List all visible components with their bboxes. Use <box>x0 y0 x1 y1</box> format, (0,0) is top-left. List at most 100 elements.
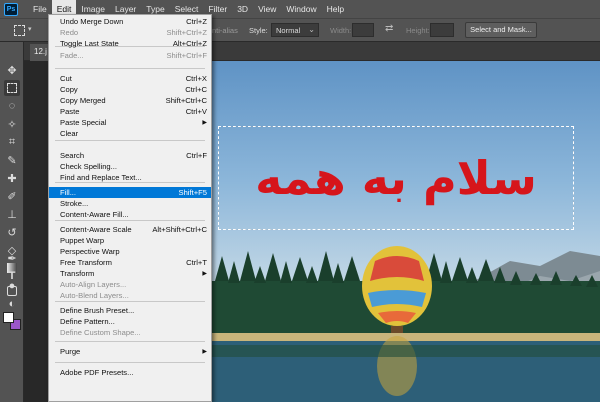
edit-menu-item-redo[interactable]: Redo Shift+Ctrl+Z <box>49 27 211 38</box>
anti-alias-label: nti-alias <box>212 26 238 35</box>
style-label: Style: <box>249 26 268 35</box>
menu-item-label: Puppet Warp <box>60 236 105 245</box>
magic-wand-icon[interactable]: ✧ <box>4 116 20 132</box>
edit-menu-item-stroke[interactable]: Stroke... <box>49 198 211 209</box>
menu-item-shortcut: Ctrl+C <box>185 85 207 94</box>
menu-item-label: Undo Merge Down <box>60 17 124 26</box>
edit-menu-item-find-and-replace-text[interactable]: Find and Replace Text... <box>49 172 211 183</box>
foreground-color-swatch[interactable] <box>3 312 14 323</box>
edit-menu-item-transform[interactable]: Transform ▶ <box>49 268 211 279</box>
menu-item-label: Fade... <box>60 51 84 60</box>
menu-item-label: Perspective Warp <box>60 247 120 256</box>
height-input[interactable] <box>430 23 454 37</box>
menu-item-label: Stroke... <box>60 199 89 208</box>
menu-item-shortcut: Ctrl+F <box>186 151 207 160</box>
style-value: Normal <box>276 26 301 35</box>
menu-item-label: Paste Special <box>60 118 107 127</box>
edit-menu-item-cut[interactable]: Cut Ctrl+X <box>49 73 211 84</box>
chevron-down-icon[interactable]: ▾ <box>28 25 32 33</box>
edit-menu-item-free-transform[interactable]: Free Transform Ctrl+T <box>49 257 211 268</box>
rect-marquee-icon[interactable] <box>4 80 20 96</box>
menu-separator <box>55 140 205 141</box>
menu-help[interactable]: Help <box>322 0 349 18</box>
menu-item-shortcut: Shift+Ctrl+C <box>165 96 207 105</box>
menu-view[interactable]: View <box>253 0 281 18</box>
edit-menu-item-purge[interactable]: Purge ▶ <box>49 346 211 357</box>
edit-menu-item-define-brush-preset[interactable]: Define Brush Preset... <box>49 305 211 316</box>
chevron-down-icon: ⌄ <box>308 25 315 34</box>
menu-item-label: Auto-Blend Layers... <box>60 291 129 300</box>
edit-menu-item-define-pattern[interactable]: Define Pattern... <box>49 316 211 327</box>
menu-item-shortcut: Shift+Ctrl+Z <box>166 28 207 37</box>
clone-stamp-icon[interactable]: ⊥ <box>4 206 20 222</box>
rect-marquee-preset-icon[interactable] <box>14 25 25 36</box>
history-brush-icon[interactable]: ↺ <box>4 224 20 240</box>
edit-menu-item-search[interactable]: Search Ctrl+F <box>49 150 211 161</box>
eyedropper-icon[interactable]: ✎ <box>4 152 20 168</box>
edit-menu-item-undo-merge-down[interactable]: Undo Merge Down Ctrl+Z <box>49 16 211 27</box>
menu-item-label: Check Spelling... <box>60 162 117 171</box>
menu-item-label: Redo <box>60 28 79 37</box>
menu-item-label: Toggle Last State <box>60 39 119 48</box>
menu-separator <box>55 362 205 363</box>
edit-menu-item-copy-merged[interactable]: Copy Merged Shift+Ctrl+C <box>49 95 211 106</box>
select-and-mask-button[interactable]: Select and Mask... <box>465 22 537 38</box>
menu-item-label: Cut <box>60 74 72 83</box>
menu-item-label: Define Brush Preset... <box>60 306 135 315</box>
healing-brush-icon[interactable]: ✚ <box>4 170 20 186</box>
photoshop-logo: Ps <box>4 2 18 16</box>
crop-icon[interactable]: ⌗ <box>4 134 20 150</box>
brush-icon[interactable]: ✐ <box>4 188 20 204</box>
menu-item-shortcut: Alt+Ctrl+Z <box>172 39 207 48</box>
menu-item-shortcut: Ctrl+X <box>185 74 207 83</box>
edit-menu-item-perspective-warp[interactable]: Perspective Warp <box>49 246 211 257</box>
document-image: سلام به همه <box>210 61 600 402</box>
edit-menu-item-check-spelling[interactable]: Check Spelling... <box>49 161 211 172</box>
edit-menu-item-adobe-pdf-presets[interactable]: Adobe PDF Presets... <box>49 367 211 378</box>
shape-icon[interactable] <box>4 283 20 299</box>
menu-window[interactable]: Window <box>281 0 321 18</box>
edit-menu-item-content-aware-scale[interactable]: Content-Aware Scale Alt+Shift+Ctrl+C <box>49 224 211 235</box>
edit-menu-item-copy[interactable]: Copy Ctrl+C <box>49 84 211 95</box>
menu-item-label: Find and Replace Text... <box>60 173 142 182</box>
menu-item-shortcut: Ctrl+T <box>186 258 207 267</box>
edit-menu-item-toggle-last-state[interactable]: Toggle Last State Alt+Ctrl+Z <box>49 38 211 49</box>
edit-menu-item-auto-align-layers[interactable]: Auto-Align Layers... <box>49 279 211 290</box>
menu-separator <box>55 68 205 69</box>
move-icon[interactable]: ✥ <box>4 62 20 78</box>
menu-item-label: Content-Aware Fill... <box>60 210 129 219</box>
style-select[interactable]: Normal ⌄ <box>271 23 319 37</box>
menu-separator <box>55 220 205 221</box>
edit-menu-item-paste[interactable]: Paste Ctrl+V <box>49 106 211 117</box>
edit-menu-dropdown: Undo Merge Down Ctrl+Z Redo Shift+Ctrl+Z Tog… <box>48 14 212 402</box>
menu-item-shortcut: Shift+F5 <box>178 188 208 197</box>
tools-panel: ✥ ◌ ✧ ⌗ ✎ ✚ ✐ ⊥ ↺ ◇ ● ◐ ✒ <box>0 42 24 402</box>
edit-menu-item-fade[interactable]: Fade... Shift+Ctrl+F <box>49 50 211 61</box>
edit-menu-item-define-custom-shape[interactable]: Define Custom Shape... <box>49 327 211 338</box>
menu-item-shortcut: Ctrl+V <box>185 107 207 116</box>
type-icon[interactable]: T <box>4 268 20 284</box>
menu-item-shortcut: Ctrl+Z <box>186 17 207 26</box>
menu-item-label: Adobe PDF Presets... <box>60 368 134 377</box>
menu-item-shortcut: Shift+Ctrl+F <box>166 51 207 60</box>
pen-icon[interactable]: ✒ <box>4 250 20 266</box>
landscape-graphic <box>210 246 600 402</box>
menu-3d[interactable]: 3D <box>232 0 253 18</box>
submenu-arrow-icon: ▶ <box>202 271 207 277</box>
edit-menu-item-puppet-warp[interactable]: Puppet Warp <box>49 235 211 246</box>
edit-menu-item-clear[interactable]: Clear <box>49 128 211 139</box>
menu-item-label: Content-Aware Scale <box>60 225 132 234</box>
lasso-icon[interactable]: ◌ <box>4 98 20 114</box>
edit-menu-item-fill[interactable]: Fill... Shift+F5 <box>49 187 211 198</box>
menu-item-label: Search <box>60 151 85 160</box>
menu-item-label: Free Transform <box>60 258 112 267</box>
width-label: Width: <box>330 26 352 35</box>
menu-item-label: Define Custom Shape... <box>60 328 141 337</box>
width-input[interactable] <box>352 23 374 37</box>
edit-menu-item-paste-special[interactable]: Paste Special ▶ <box>49 117 211 128</box>
swap-dimensions-icon[interactable]: ⇄ <box>385 23 393 34</box>
edit-menu-item-auto-blend-layers[interactable]: Auto-Blend Layers... <box>49 290 211 301</box>
edit-menu-item-content-aware-fill[interactable]: Content-Aware Fill... <box>49 209 211 220</box>
menu-item-label: Auto-Align Layers... <box>60 280 127 289</box>
menu-item-label: Define Pattern... <box>60 317 115 326</box>
